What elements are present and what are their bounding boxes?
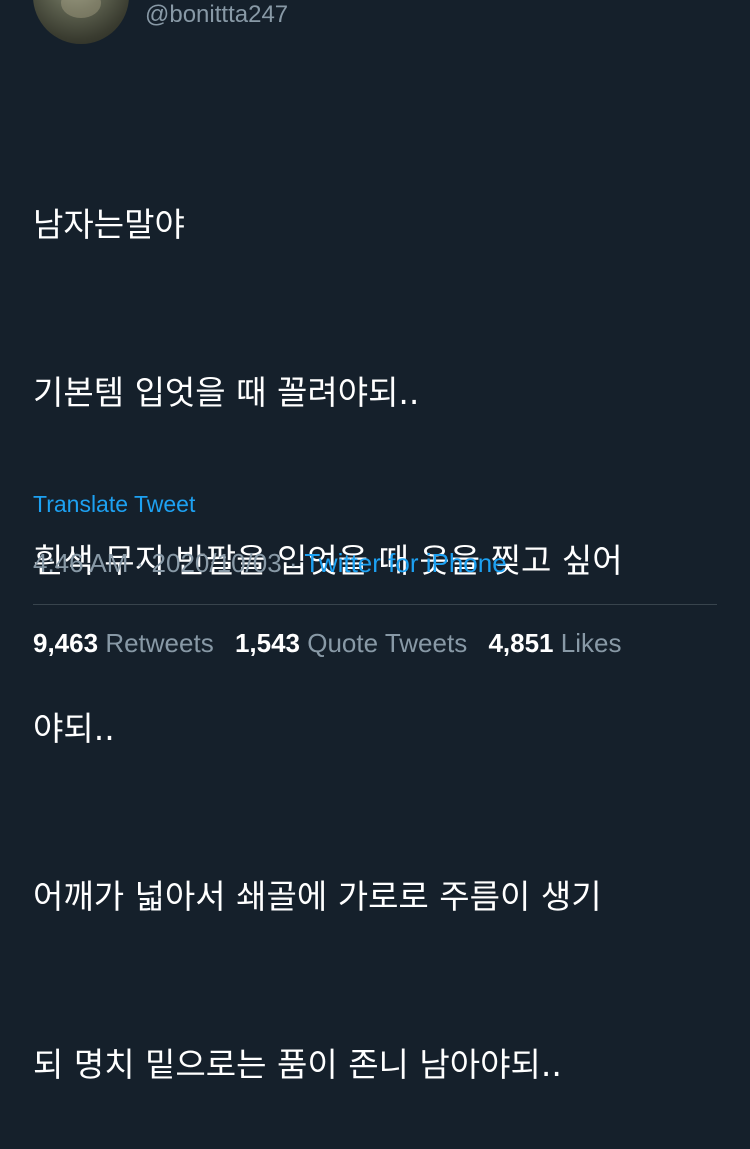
tweet-source-link[interactable]: Twitter for iPhone	[304, 548, 506, 578]
tweet-line: 야되..	[33, 709, 115, 748]
avatar[interactable]	[33, 0, 129, 44]
tweet-line: 남자는말야	[33, 205, 185, 244]
quote-tweets-stat[interactable]: 1,543 Quote Tweets	[235, 628, 467, 658]
tweet-line: 되 명치 밑으로는 품이 존니 남아야되..	[33, 1045, 562, 1084]
retweets-stat[interactable]: 9,463 Retweets	[33, 628, 214, 658]
divider	[33, 604, 717, 605]
tweet-time[interactable]: 4:46 AM	[33, 548, 128, 578]
meta-separator: ·	[288, 548, 298, 578]
tweet-meta: 4:46 AM · 2020/10/03 · Twitter for iPhon…	[33, 547, 507, 579]
quote-tweets-count: 1,543	[234, 628, 301, 658]
tweet-line: 기본템 입엇을 때 꼴려야되..	[33, 373, 420, 412]
tweet-line: 어깨가 넓아서 쇄골에 가로로 주름이 생기	[33, 877, 602, 916]
likes-stat[interactable]: 4,851 Likes	[488, 628, 621, 658]
likes-count: 4,851	[488, 628, 554, 658]
tweet-text: 남자는말야 기본템 입엇을 때 꼴려야되.. 흰색 무지 반팔을 입엇을 때 옷…	[33, 85, 733, 1149]
quote-tweets-label: Quote Tweets	[307, 628, 468, 658]
tweet-stats: 9,463 Retweets 1,543 Quote Tweets 4,851 …	[33, 627, 635, 659]
meta-separator: ·	[135, 548, 145, 578]
author-handle[interactable]: @bonittta247	[145, 0, 288, 30]
tweet-date[interactable]: 2020/10/03	[152, 548, 282, 578]
retweets-count: 9,463	[33, 628, 99, 658]
translate-tweet-link[interactable]: Translate Tweet	[33, 489, 195, 519]
retweets-label: Retweets	[105, 628, 214, 658]
likes-label: Likes	[560, 628, 622, 658]
